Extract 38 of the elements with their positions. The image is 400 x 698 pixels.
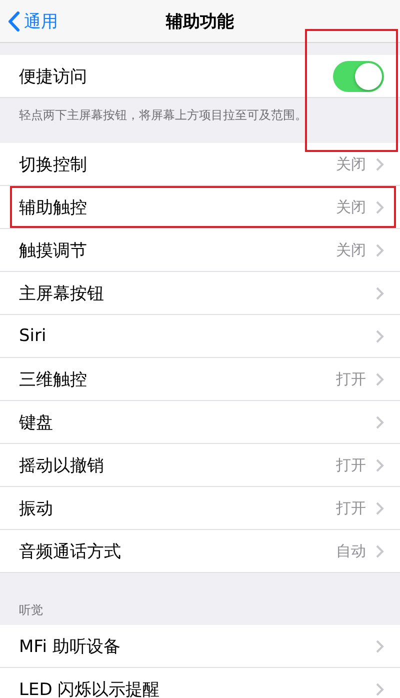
chevron-left-icon: [8, 10, 20, 32]
row-value: 关闭: [336, 154, 366, 174]
chevron-icon: [376, 416, 384, 428]
settings-row[interactable]: 触摸调节 关闭: [0, 229, 400, 272]
section-header: 听觉: [18, 602, 44, 619]
settings-row[interactable]: 振动 打开: [0, 487, 400, 530]
chevron-icon: [376, 682, 384, 696]
footnote-text: 轻点两下主屏幕按钮，将屏幕上方项目拉至可及范围。: [18, 106, 308, 124]
settings-row[interactable]: MFi 助听设备: [0, 625, 400, 668]
settings-row[interactable]: 主屏幕按钮: [0, 272, 400, 315]
chevron-icon: [376, 158, 384, 170]
row-value: 打开: [336, 370, 366, 388]
row-value: 打开: [336, 498, 366, 518]
chevron-icon: [376, 544, 384, 558]
chevron-icon: [376, 200, 384, 214]
settings-row[interactable]: 切换控制 关闭: [0, 143, 400, 186]
chevron-icon: [376, 330, 384, 342]
chevron-icon: [376, 458, 384, 472]
chevron-icon: [376, 372, 384, 386]
chevron-icon: [376, 286, 384, 300]
settings-row[interactable]: Siri: [0, 315, 400, 358]
chevron-icon: [376, 640, 384, 652]
settings-row[interactable]: 三维触控 打开: [0, 358, 400, 401]
settings-row[interactable]: 辅助触控 关闭: [0, 186, 400, 229]
nav-title: 辅助功能: [166, 12, 234, 32]
settings-row[interactable]: 摇动以撤销 打开: [0, 444, 400, 487]
row-label: 便捷访问: [19, 66, 88, 88]
settings-row[interactable]: 音频通话方式 自动: [0, 530, 400, 573]
back-button[interactable]: 通用: [0, 10, 66, 32]
row-value: 关闭: [336, 198, 366, 216]
row-value: 关闭: [336, 240, 366, 260]
chevron-icon: [376, 502, 384, 514]
chevron-icon: [376, 244, 384, 256]
row-value: 自动: [336, 542, 366, 560]
row-value: 打开: [336, 456, 366, 474]
settings-row[interactable]: LED 闪烁以示提醒: [0, 668, 400, 698]
settings-row[interactable]: 键盘: [0, 401, 400, 444]
toggle-switch[interactable]: [333, 60, 384, 92]
